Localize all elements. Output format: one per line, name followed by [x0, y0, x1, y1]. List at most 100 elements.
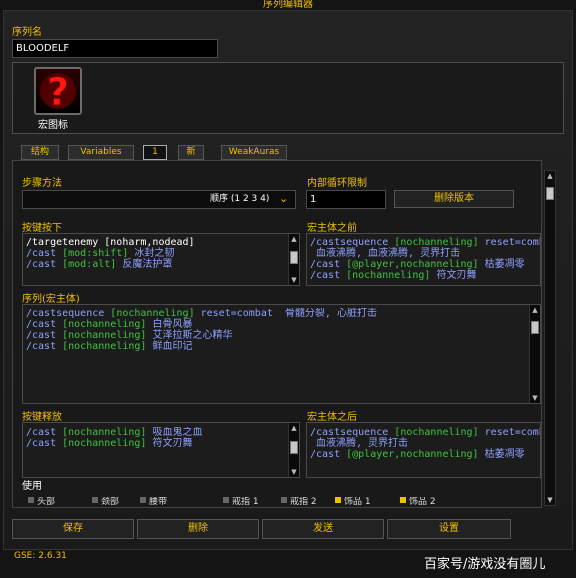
tab-new[interactable]: 新 — [178, 145, 204, 160]
code-token: 艾泽拉斯之心精华 — [146, 330, 233, 341]
sequence-body-editor[interactable]: /castsequence [nochanneling] reset=comba… — [22, 304, 541, 404]
code-token: 吸血鬼之血 — [146, 427, 203, 438]
pre-macro-editor[interactable]: /castsequence [nochanneling] reset=comba… — [306, 233, 541, 286]
scroll-up-icon[interactable]: ▲ — [289, 234, 299, 244]
checkbox-icon[interactable] — [281, 497, 287, 503]
code-line: /cast [mod:shift] 冰封之韧 — [26, 248, 286, 259]
code-token: 白骨风暴 — [146, 319, 193, 330]
scroll-thumb[interactable] — [290, 251, 298, 264]
code-token: [nochanneling] — [394, 427, 479, 438]
sequence-name-input[interactable]: BLOODELF — [12, 39, 218, 58]
version-text: GSE: 2.6.31 — [14, 551, 67, 561]
checkbox-icon[interactable] — [400, 497, 406, 503]
use-checkbox-item[interactable]: 饰品 2 — [400, 497, 436, 507]
scroll-thumb[interactable] — [531, 321, 539, 334]
code-line: /cast [nochanneling] 符文刃舞 — [26, 438, 286, 449]
use-checkbox-row: 头部 颈部 腰带 戒指 1 戒指 2 饰品 1 饰品 2 — [28, 497, 538, 507]
code-token: [nochanneling] — [62, 341, 147, 352]
code-line: /cast [nochanneling] 符文刃舞 — [310, 270, 540, 281]
use-checkbox-item[interactable]: 戒指 2 — [281, 497, 317, 507]
tab-version-1[interactable]: 1 — [143, 145, 167, 160]
use-checkbox-item[interactable]: 戒指 1 — [223, 497, 259, 507]
inner-loop-input[interactable]: 1 — [306, 190, 386, 209]
code-token: [@player,nochanneling] — [346, 259, 479, 270]
code-token: 符文刃舞 — [146, 438, 193, 449]
step-method-label: 步骤方法 — [22, 178, 62, 189]
code-token: /cast — [310, 259, 347, 270]
checkbox-icon[interactable] — [335, 497, 341, 503]
post-macro-editor[interactable]: /castsequence [nochanneling] reset=comba… — [306, 422, 541, 478]
code-token: /targetenemy [noharm,nodead] — [26, 237, 195, 248]
code-token: 枯萎凋零 — [478, 449, 525, 460]
keyrelease-scrollbar[interactable]: ▲ ▼ — [288, 423, 299, 477]
code-token: /castsequence — [310, 427, 395, 438]
code-line: /cast [@player,nochanneling] 枯萎凋零 — [310, 259, 540, 270]
code-token: /castsequence — [26, 308, 111, 319]
checkbox-icon[interactable] — [140, 497, 146, 503]
main-scrollbar[interactable]: ▲ ▼ — [544, 170, 556, 506]
use-checkbox-item[interactable]: 颈部 — [92, 497, 119, 507]
code-token: 枯萎凋零 — [478, 259, 525, 270]
use-checkbox-item[interactable]: 腰带 — [140, 497, 167, 507]
scroll-up-icon[interactable]: ▲ — [530, 305, 540, 315]
chevron-down-icon: ⌄ — [279, 192, 289, 205]
code-token: reset=combat — [194, 308, 279, 319]
macro-icon-button[interactable]: ? — [34, 67, 82, 115]
keypress-editor[interactable]: /targetenemy [noharm,nodead]/cast [mod:s… — [22, 233, 300, 286]
scroll-thumb[interactable] — [290, 441, 298, 454]
scroll-up-icon[interactable]: ▲ — [545, 171, 555, 181]
code-line: /castsequence [nochanneling] reset=comba… — [26, 308, 526, 319]
scroll-down-icon[interactable]: ▼ — [289, 467, 299, 477]
code-token: 血液沸腾, 灵界打击 — [310, 438, 409, 449]
code-token: [nochanneling] — [394, 237, 479, 248]
code-line: /cast [mod:alt] 反魔法护罩 — [26, 259, 286, 270]
code-token: 反魔法护罩 — [116, 259, 173, 270]
scroll-down-icon[interactable]: ▼ — [545, 495, 555, 505]
code-line: /castsequence [nochanneling] reset=comba… — [310, 427, 540, 438]
tab-structure[interactable]: 结构 — [21, 145, 59, 160]
code-token: /cast — [26, 330, 63, 341]
checkbox-label: 饰品 1 — [344, 497, 371, 507]
keypress-scrollbar[interactable]: ▲ ▼ — [288, 234, 299, 285]
checkbox-label: 饰品 2 — [409, 497, 436, 507]
code-token: /cast — [26, 319, 63, 330]
sequence-name-label: 序列名 — [12, 27, 42, 38]
sequence-body-code: /castsequence [nochanneling] reset=comba… — [26, 308, 526, 402]
delete-button[interactable]: 删除 — [137, 519, 259, 539]
code-token: [nochanneling] — [62, 330, 147, 341]
question-mark-icon: ? — [40, 70, 76, 115]
step-method-value: 顺序 (1 2 3 4) — [210, 194, 270, 204]
use-checkbox-item[interactable]: 头部 — [28, 497, 55, 507]
checkbox-icon[interactable] — [28, 497, 34, 503]
tab-variables[interactable]: Variables — [68, 145, 134, 160]
sequence-body-scrollbar[interactable]: ▲ ▼ — [529, 305, 540, 403]
scroll-down-icon[interactable]: ▼ — [530, 393, 540, 403]
code-token: [@player,nochanneling] — [346, 449, 479, 460]
checkbox-label: 颈部 — [101, 497, 120, 507]
icon-panel — [12, 62, 564, 134]
code-token: [nochanneling] — [62, 427, 147, 438]
send-button[interactable]: 发送 — [262, 519, 384, 539]
keyrelease-editor[interactable]: /cast [nochanneling] 吸血鬼之血/cast [nochann… — [22, 422, 300, 478]
tab-weakauras[interactable]: WeakAuras — [221, 145, 287, 160]
scroll-down-icon[interactable]: ▼ — [289, 275, 299, 285]
code-token: [nochanneling] — [110, 308, 195, 319]
post-macro-code: /castsequence [nochanneling] reset=comba… — [310, 427, 540, 475]
scroll-thumb[interactable] — [546, 187, 554, 200]
scroll-up-icon[interactable]: ▲ — [289, 423, 299, 433]
checkbox-icon[interactable] — [223, 497, 229, 503]
inner-loop-label: 内部循环限制 — [307, 178, 367, 189]
keyrelease-code: /cast [nochanneling] 吸血鬼之血/cast [nochann… — [26, 427, 286, 475]
save-button[interactable]: 保存 — [12, 519, 134, 539]
use-checkbox-item[interactable]: 饰品 1 — [335, 497, 371, 507]
code-token: /cast — [26, 259, 63, 270]
step-method-dropdown[interactable]: 顺序 (1 2 3 4) ⌄ — [22, 190, 296, 209]
window-title: 序列编辑器 — [263, 0, 313, 10]
delete-version-button[interactable]: 删除版本 — [394, 190, 514, 208]
code-token: 血液沸腾, 血液沸腾, 灵界打击 — [310, 248, 461, 259]
code-token: [mod:shift] — [62, 248, 129, 259]
checkbox-icon[interactable] — [92, 497, 98, 503]
settings-button[interactable]: 设置 — [387, 519, 511, 539]
code-line: /cast [@player,nochanneling] 枯萎凋零 — [310, 449, 540, 460]
code-line: 血液沸腾, 血液沸腾, 灵界打击 — [310, 248, 540, 259]
